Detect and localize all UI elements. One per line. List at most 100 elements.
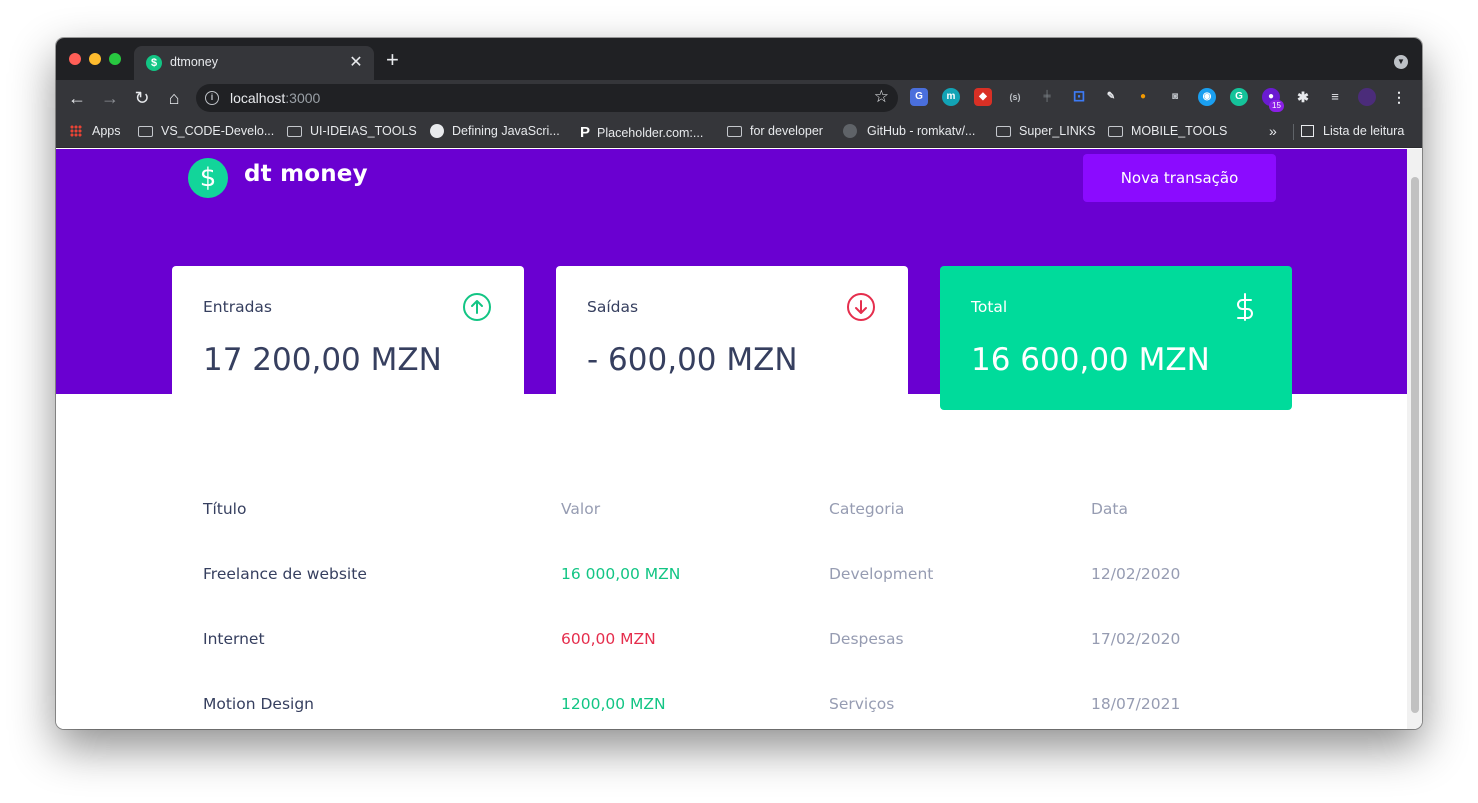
income-value: 17 200,00 MZN bbox=[203, 342, 442, 378]
red-extension-icon[interactable]: ◆ bbox=[974, 88, 992, 106]
transaction-date: 18/07/2021 bbox=[1091, 695, 1181, 713]
total-card: Total 16 600,00 MZN bbox=[940, 266, 1292, 410]
bookmark-star-icon[interactable]: ☆ bbox=[874, 87, 889, 107]
url-text[interactable]: localhost:3000 bbox=[230, 90, 320, 106]
folder-icon bbox=[287, 125, 302, 137]
bookmark-label: Defining JavaScri... bbox=[452, 124, 560, 138]
transaction-date: 17/02/2020 bbox=[1091, 630, 1181, 648]
bookmark-label: Placeholder.com:... bbox=[597, 125, 704, 140]
tab-dtmoney[interactable]: $ dtmoney ✕ bbox=[134, 46, 374, 80]
eye-extension-icon[interactable]: ◉ bbox=[1198, 88, 1216, 106]
home-button[interactable]: ⌂ bbox=[162, 86, 186, 110]
bookmark-folder-vscode[interactable]: VS_CODE-Develo... bbox=[138, 124, 274, 138]
fire-extension-icon[interactable]: ● bbox=[1134, 88, 1152, 106]
bookmark-folder-ui-ideias[interactable]: UI-IDEIAS_TOOLS bbox=[287, 124, 417, 138]
crop-extension-icon[interactable]: ⊡ bbox=[1070, 88, 1088, 106]
tab-strip: $ dtmoney ✕ + ▼ bbox=[56, 38, 1422, 80]
app-logo-text: dt money bbox=[244, 161, 368, 187]
scrollbar-thumb[interactable] bbox=[1411, 177, 1419, 713]
window-maximize-button[interactable] bbox=[109, 53, 121, 65]
bookmark-apps[interactable]: Apps bbox=[70, 124, 121, 138]
bookmark-label: GitHub - romkatv/... bbox=[867, 124, 976, 138]
bookmark-label: Super_LINKS bbox=[1019, 124, 1096, 138]
reading-list-label: Lista de leitura bbox=[1323, 124, 1405, 138]
transaction-title: Internet bbox=[203, 630, 265, 648]
bookmark-label: UI-IDEIAS_TOOLS bbox=[310, 124, 417, 138]
bookmark-label: MOBILE_TOOLS bbox=[1131, 124, 1228, 138]
dollar-logo-icon: $ bbox=[188, 158, 228, 198]
reading-list-icon bbox=[1301, 125, 1314, 137]
bookmark-github[interactable]: GitHub - romkatv/... bbox=[843, 124, 975, 138]
globe-icon bbox=[430, 124, 444, 138]
forward-button[interactable]: → bbox=[98, 86, 122, 110]
bookmark-folder-mobile-tools[interactable]: MOBILE_TOOLS bbox=[1108, 124, 1227, 138]
page-content: $ dt money Nova transação Entradas 17 20… bbox=[56, 149, 1407, 729]
window-close-button[interactable] bbox=[69, 53, 81, 65]
income-label: Entradas bbox=[203, 298, 272, 316]
tab-title: dtmoney bbox=[170, 55, 218, 69]
bookmarks-divider bbox=[1293, 124, 1294, 140]
code-extension-icon[interactable]: (s) bbox=[1006, 88, 1024, 106]
tab-close-icon[interactable]: ✕ bbox=[347, 52, 365, 72]
transaction-value: 600,00 MZN bbox=[561, 630, 656, 648]
camera-extension-icon[interactable]: ◙ bbox=[1166, 88, 1184, 106]
outcome-card: Saídas - 600,00 MZN bbox=[556, 266, 908, 410]
transaction-title: Motion Design bbox=[203, 695, 314, 713]
grammarly-extension-icon[interactable]: G bbox=[1230, 88, 1248, 106]
bookmark-defining-javascript[interactable]: Defining JavaScri... bbox=[430, 124, 560, 138]
bookmark-placeholder[interactable]: P Placeholder.com:... bbox=[580, 124, 703, 141]
transaction-category: Development bbox=[829, 565, 934, 583]
bookmark-label: Apps bbox=[92, 124, 121, 138]
folder-icon bbox=[996, 125, 1011, 137]
total-value: 16 600,00 MZN bbox=[971, 342, 1210, 378]
address-bar[interactable]: i localhost:3000 ☆ bbox=[196, 84, 898, 112]
media-control-icon[interactable]: ≡ bbox=[1326, 88, 1344, 106]
url-port: :3000 bbox=[285, 90, 321, 106]
tab-search-icon[interactable]: ▼ bbox=[1394, 55, 1408, 69]
column-header-date: Data bbox=[1091, 500, 1129, 518]
extension-badge: 15 bbox=[1269, 100, 1284, 112]
folder-icon bbox=[138, 125, 153, 137]
bookmark-label: VS_CODE-Develo... bbox=[161, 124, 275, 138]
bookmarks-bar: Apps VS_CODE-Develo... UI-IDEIAS_TOOLS D… bbox=[56, 116, 1422, 148]
m-extension-icon[interactable]: m bbox=[942, 88, 960, 106]
back-button[interactable]: ← bbox=[65, 86, 89, 110]
pen-extension-icon[interactable]: ✎ bbox=[1102, 88, 1120, 106]
column-header-value: Valor bbox=[561, 500, 601, 518]
new-transaction-button[interactable]: Nova transação bbox=[1083, 154, 1276, 202]
new-tab-button[interactable]: + bbox=[386, 49, 399, 71]
browser-menu-icon[interactable]: ⋮ bbox=[1390, 88, 1408, 106]
profile-avatar[interactable] bbox=[1358, 88, 1376, 106]
bookmark-folder-for-developer[interactable]: for developer bbox=[727, 124, 823, 138]
transaction-value: 16 000,00 MZN bbox=[561, 565, 681, 583]
apps-grid-icon bbox=[70, 125, 82, 137]
placeholder-p-icon: P bbox=[580, 124, 591, 141]
translate-extension-icon[interactable]: G bbox=[910, 88, 928, 106]
window-minimize-button[interactable] bbox=[89, 53, 101, 65]
ruler-extension-icon[interactable]: ╪ bbox=[1038, 88, 1056, 106]
column-header-category: Categoria bbox=[829, 500, 905, 518]
site-info-icon[interactable]: i bbox=[205, 91, 219, 105]
url-host: localhost bbox=[230, 90, 286, 106]
income-card: Entradas 17 200,00 MZN bbox=[172, 266, 524, 410]
transaction-category: Despesas bbox=[829, 630, 904, 648]
tab-favicon-icon: $ bbox=[146, 55, 162, 71]
transaction-date: 12/02/2020 bbox=[1091, 565, 1181, 583]
total-label: Total bbox=[971, 298, 1008, 316]
reading-list-button[interactable]: Lista de leitura bbox=[1301, 124, 1404, 138]
browser-window: $ dtmoney ✕ + ▼ ← → ↻ ⌂ i localhost:3000… bbox=[56, 38, 1422, 729]
arrow-up-circle-icon bbox=[463, 293, 491, 321]
transaction-value: 1200,00 MZN bbox=[561, 695, 666, 713]
puzzle-extensions-icon[interactable]: ✱ bbox=[1294, 88, 1312, 106]
github-icon bbox=[843, 124, 857, 138]
dollar-icon bbox=[1237, 293, 1253, 321]
transaction-category: Serviços bbox=[829, 695, 895, 713]
outcome-label: Saídas bbox=[587, 298, 639, 316]
folder-icon bbox=[1108, 125, 1123, 137]
outcome-value: - 600,00 MZN bbox=[587, 342, 798, 378]
bookmarks-overflow-chevron-icon[interactable]: » bbox=[1269, 123, 1277, 139]
bookmark-folder-super-links[interactable]: Super_LINKS bbox=[996, 124, 1095, 138]
page-scrollbar[interactable] bbox=[1407, 149, 1422, 729]
reload-button[interactable]: ↻ bbox=[130, 86, 154, 110]
column-header-title: Título bbox=[203, 500, 247, 518]
